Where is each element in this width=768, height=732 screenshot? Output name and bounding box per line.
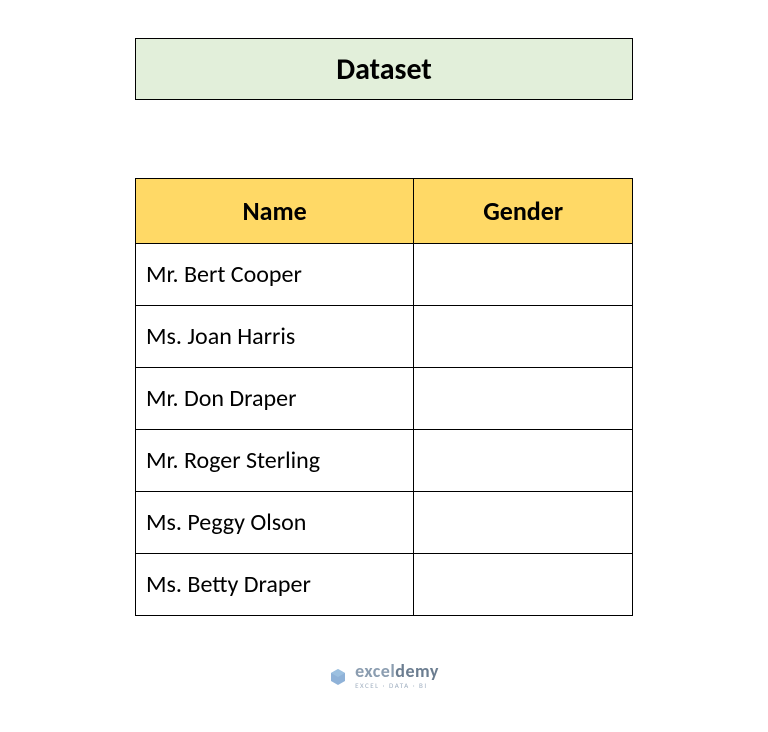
cell-name: Mr. Don Draper bbox=[136, 368, 414, 430]
table-row: Ms. Peggy Olson bbox=[136, 492, 633, 554]
footer-logo: exceldemy EXCEL · DATA · BI bbox=[0, 662, 768, 689]
table-header-row: Name Gender bbox=[136, 179, 633, 244]
header-gender: Gender bbox=[414, 179, 633, 244]
header-name: Name bbox=[136, 179, 414, 244]
brand-tagline: EXCEL · DATA · BI bbox=[355, 682, 428, 689]
logo-text-wrap: exceldemy EXCEL · DATA · BI bbox=[355, 662, 439, 689]
brand-name: exceldemy bbox=[355, 662, 439, 680]
cell-gender bbox=[414, 368, 633, 430]
cell-gender bbox=[414, 554, 633, 616]
dataset-title: Dataset bbox=[336, 51, 432, 88]
table-row: Mr. Don Draper bbox=[136, 368, 633, 430]
cell-gender bbox=[414, 430, 633, 492]
table-row: Mr. Bert Cooper bbox=[136, 244, 633, 306]
exceldemy-icon bbox=[329, 667, 347, 685]
cell-gender bbox=[414, 244, 633, 306]
data-table: Name Gender Mr. Bert Cooper Ms. Joan Har… bbox=[135, 178, 633, 616]
cell-gender bbox=[414, 306, 633, 368]
table-row: Mr. Roger Sterling bbox=[136, 430, 633, 492]
cell-name: Ms. Betty Draper bbox=[136, 554, 414, 616]
table-row: Ms. Betty Draper bbox=[136, 554, 633, 616]
cell-name: Mr. Roger Sterling bbox=[136, 430, 414, 492]
cell-name: Ms. Peggy Olson bbox=[136, 492, 414, 554]
data-table-container: Name Gender Mr. Bert Cooper Ms. Joan Har… bbox=[135, 178, 633, 616]
cell-name: Ms. Joan Harris bbox=[136, 306, 414, 368]
cell-gender bbox=[414, 492, 633, 554]
table-row: Ms. Joan Harris bbox=[136, 306, 633, 368]
cell-name: Mr. Bert Cooper bbox=[136, 244, 414, 306]
dataset-title-box: Dataset bbox=[135, 38, 633, 100]
